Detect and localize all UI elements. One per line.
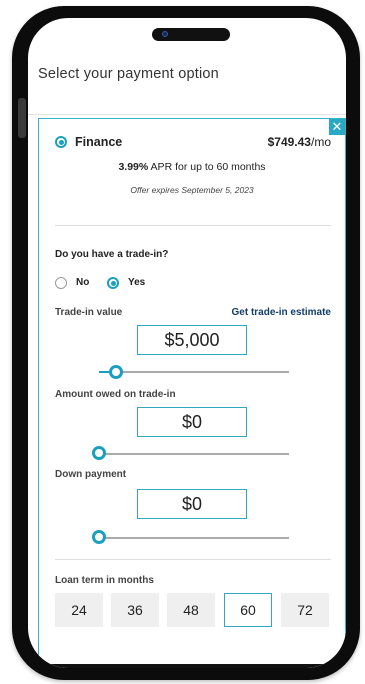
phone-side-button	[18, 98, 26, 138]
screen-bottom-edge	[28, 664, 346, 668]
loan-divider	[55, 559, 331, 560]
finance-label: Finance	[75, 135, 123, 149]
down-payment-label: Down payment	[55, 469, 127, 480]
trade-in-yes-radio[interactable]	[107, 277, 119, 289]
apr-rate: 3.99%	[118, 161, 149, 173]
amount-owed-label: Amount owed on trade-in	[55, 389, 176, 400]
camera-icon	[162, 31, 168, 37]
down-payment-input[interactable]: $0	[137, 489, 247, 519]
trade-in-estimate-link[interactable]: Get trade-in estimate	[232, 307, 331, 318]
trade-in-value-label: Trade-in value	[55, 307, 123, 318]
amount-owed-input[interactable]: $0	[137, 407, 247, 437]
amount-owed-slider-track[interactable]	[99, 453, 289, 455]
finance-radio[interactable]	[55, 136, 67, 148]
page-title: Select your payment option	[38, 66, 219, 82]
trade-in-value-slider-thumb[interactable]	[109, 365, 124, 379]
trade-in-question: Do you have a trade-in?	[55, 249, 169, 260]
loan-term-label: Loan term in months	[55, 575, 154, 586]
term-option-60[interactable]: 60	[224, 593, 272, 627]
apr-text: APR for up to 60 months	[148, 161, 266, 173]
monthly-price: $749.43	[267, 135, 311, 149]
close-icon[interactable]: ✕	[329, 119, 345, 135]
trade-in-no-radio[interactable]	[55, 277, 67, 289]
offer-expires: Offer expires September 5, 2023	[130, 185, 254, 195]
price-suffix: /mo	[310, 135, 331, 149]
trade-in-value-slider-track[interactable]	[99, 371, 289, 373]
apr-line: 3.99% APR for up to 60 months	[39, 161, 345, 173]
section-divider	[55, 225, 331, 226]
trade-in-yes-label: Yes	[128, 277, 146, 288]
camera-notch	[152, 28, 230, 41]
finance-panel: ✕ Finance $749.43/mo 3.99% APR for up to…	[38, 118, 346, 668]
term-option-36[interactable]: 36	[111, 593, 159, 627]
trade-in-no-label: No	[76, 277, 90, 288]
down-payment-slider-track[interactable]	[99, 537, 289, 539]
trade-in-value-input[interactable]: $5,000	[137, 325, 247, 355]
down-payment-slider-thumb[interactable]	[92, 530, 106, 544]
amount-owed-slider-thumb[interactable]	[92, 446, 106, 460]
term-option-72[interactable]: 72	[281, 593, 329, 627]
title-divider	[28, 114, 346, 115]
term-option-48[interactable]: 48	[167, 593, 215, 627]
term-option-24[interactable]: 24	[55, 593, 103, 627]
finance-price: $749.43/mo	[268, 135, 331, 149]
phone-screen: Select your payment option ✕ Finance $74…	[28, 18, 346, 668]
